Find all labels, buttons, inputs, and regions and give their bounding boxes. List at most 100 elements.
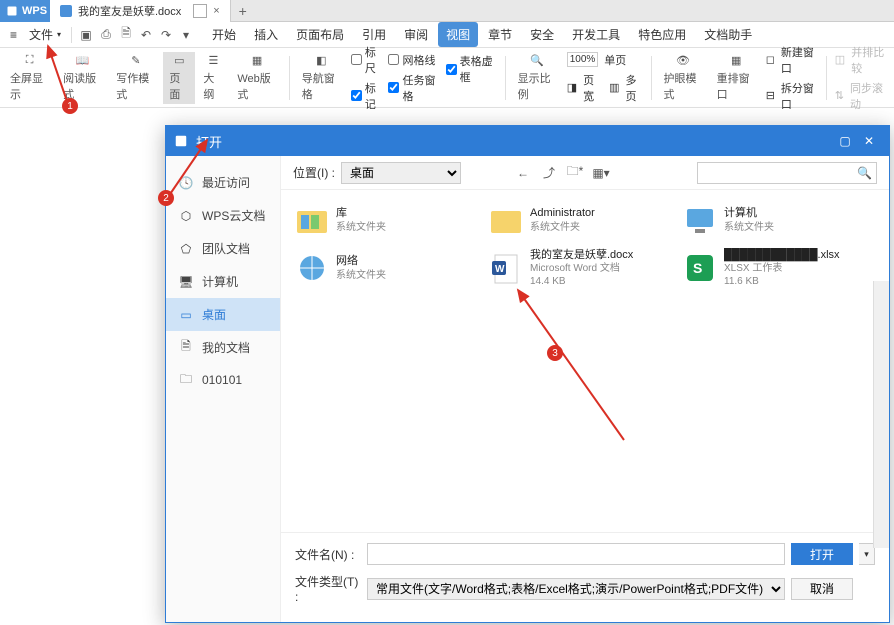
sidebar-cloud[interactable]: ⬡WPS云文档 <box>166 199 280 232</box>
undo-icon[interactable]: ↶ <box>137 26 155 44</box>
window-icon: ▦ <box>726 54 746 68</box>
wps-logo: WPS <box>0 0 50 22</box>
dialog-title: 打开 <box>196 132 222 151</box>
sidebar-folder[interactable]: 🗀010101 <box>166 364 280 396</box>
dropdown-icon[interactable]: ▾ <box>177 26 195 44</box>
xlsx-icon: S <box>682 250 718 286</box>
preview-icon[interactable]: 🗎 <box>117 26 135 44</box>
filename-label: 文件名(N) : <box>295 546 361 563</box>
computer-icon <box>682 202 718 238</box>
redo-icon[interactable]: ↷ <box>157 26 175 44</box>
titlebar: WPS 我的室友是妖孽.docx × + <box>0 0 894 22</box>
navpane-button[interactable]: ◧导航窗格 <box>296 52 347 104</box>
back-icon[interactable]: ← <box>513 163 533 183</box>
sidebar-team[interactable]: ⬠团队文档 <box>166 232 280 265</box>
readmode-button[interactable]: 📖阅读版式 <box>57 52 108 104</box>
cancel-button[interactable]: 取消 <box>791 578 853 600</box>
navpane-icon: ◧ <box>311 54 331 68</box>
close-button[interactable]: ✕ <box>857 129 881 153</box>
print-icon[interactable]: ⎙ <box>97 26 115 44</box>
pct-button[interactable]: 100%单页 <box>565 51 645 69</box>
web-button[interactable]: ▦Web版式 <box>231 52 283 104</box>
open-button[interactable]: 打开 <box>791 543 853 565</box>
page-icon: ▭ <box>169 54 189 68</box>
sidebar-recent[interactable]: 🕓最近访问 <box>166 166 280 199</box>
page-button[interactable]: ▭页面 <box>163 52 195 104</box>
word-icon: W <box>488 250 524 286</box>
view-icon[interactable]: ▦▾ <box>591 163 611 183</box>
maximize-button[interactable]: ▢ <box>833 129 857 153</box>
outline-icon: ☰ <box>203 54 223 68</box>
file-item[interactable]: 网络系统文件夹 <box>289 246 479 290</box>
file-item[interactable]: S ████████████.xlsxXLSX 工作表11.6 KB <box>677 246 867 290</box>
ribbon-tabs: 开始 插入 页面布局 引用 审阅 视图 章节 安全 开发工具 特色应用 文档助手 <box>204 22 760 47</box>
outline-button[interactable]: ☰大纲 <box>197 52 229 104</box>
new-tab-button[interactable]: + <box>231 3 255 19</box>
open-dialog: 打开 ▢ ✕ 🕓最近访问 ⬡WPS云文档 ⬠团队文档 🖥计算机 ▭桌面 🗎我的文… <box>165 125 890 623</box>
syncscroll-button: ⇅同步滚动 <box>833 79 890 113</box>
sidebar-computer[interactable]: 🖥计算机 <box>166 265 280 298</box>
newfolder-icon[interactable]: 🗀* <box>565 163 585 183</box>
menubar: ≡ 文件▾ ▣ ⎙ 🗎 ↶ ↷ ▾ 开始 插入 页面布局 引用 审阅 视图 章节… <box>0 22 894 48</box>
search-input[interactable]: 🔍 <box>697 162 877 184</box>
filetype-select[interactable]: 常用文件(文字/Word格式;表格/Excel格式;演示/PowerPoint格… <box>367 578 785 600</box>
scrollbar[interactable] <box>873 281 889 548</box>
tab-start[interactable]: 开始 <box>204 22 244 47</box>
annotation-2: 2 <box>158 190 174 206</box>
tab-feature[interactable]: 特色应用 <box>630 22 694 47</box>
userfolder-icon <box>488 202 524 238</box>
hamburger-menu[interactable]: ≡ <box>4 26 23 44</box>
sidebar-mydocs[interactable]: 🗎我的文档 <box>166 331 280 364</box>
restore-icon[interactable] <box>193 4 207 18</box>
file-item[interactable]: 库系统文件夹 <box>289 198 479 242</box>
pagewidth-button[interactable]: ◨页宽▥多页 <box>565 71 645 105</box>
zoom-button[interactable]: 🔍显示比例 <box>512 52 563 104</box>
grid-check[interactable]: 网格线 <box>386 51 441 69</box>
file-menu[interactable]: 文件▾ <box>23 24 67 45</box>
tab-helper[interactable]: 文档助手 <box>696 22 760 47</box>
svg-text:S: S <box>693 260 702 276</box>
ruler-check[interactable]: 标尺 <box>349 43 385 77</box>
annotation-1: 1 <box>62 98 78 114</box>
writemode-button[interactable]: ✎写作模式 <box>110 52 161 104</box>
dialog-sidebar: 🕓最近访问 ⬡WPS云文档 ⬠团队文档 🖥计算机 ▭桌面 🗎我的文档 🗀0101… <box>166 156 281 622</box>
taskpane-check[interactable]: 任务窗格 <box>386 71 441 105</box>
filetype-label: 文件类型(T) : <box>295 573 361 604</box>
tab-view[interactable]: 视图 <box>438 22 478 47</box>
tab-layout[interactable]: 页面布局 <box>288 22 352 47</box>
tab-review[interactable]: 审阅 <box>396 22 436 47</box>
up-icon[interactable]: ⤴ <box>539 163 559 183</box>
pencil-icon: ✎ <box>126 54 146 68</box>
team-icon: ⬠ <box>178 241 194 257</box>
resetwin-button[interactable]: ▦重排窗口 <box>711 52 762 104</box>
fullscreen-button[interactable]: ⛶全屏显示 <box>4 52 55 104</box>
folder-icon: 🗀 <box>178 372 194 388</box>
save-icon[interactable]: ▣ <box>77 26 95 44</box>
sidebar-desktop[interactable]: ▭桌面 <box>166 298 280 331</box>
doc-icon <box>60 5 72 17</box>
fullscreen-icon: ⛶ <box>20 54 40 68</box>
location-label: 位置(I) : <box>293 164 335 181</box>
annotation-3: 3 <box>547 345 563 361</box>
tab-chapter[interactable]: 章节 <box>480 22 520 47</box>
location-select[interactable]: 桌面 <box>341 162 461 184</box>
eyecare-button[interactable]: 👁护眼模式 <box>657 52 708 104</box>
tab-dev[interactable]: 开发工具 <box>564 22 628 47</box>
compare-button: ◫并排比较 <box>833 43 890 77</box>
clock-icon: 🕓 <box>178 175 194 191</box>
file-item[interactable]: W 我的室友是妖孽.docxMicrosoft Word 文档14.4 KB <box>483 246 673 290</box>
file-item[interactable]: 计算机系统文件夹 <box>677 198 867 242</box>
tab-security[interactable]: 安全 <box>522 22 562 47</box>
network-icon <box>294 250 330 286</box>
document-tab[interactable]: 我的室友是妖孽.docx × <box>50 0 231 22</box>
close-tab-icon[interactable]: × <box>213 5 219 17</box>
tablevirt-check[interactable]: 表格虚框 <box>444 52 499 86</box>
splitwin-button[interactable]: ⊟拆分窗口 <box>764 79 820 113</box>
file-item[interactable]: Administrator系统文件夹 <box>483 198 673 242</box>
dialog-titlebar: 打开 ▢ ✕ <box>166 126 889 156</box>
filename-input[interactable] <box>367 543 785 565</box>
tab-insert[interactable]: 插入 <box>246 22 286 47</box>
cloud-icon: ⬡ <box>178 208 194 224</box>
newwin-button[interactable]: ◻新建窗口 <box>764 43 820 77</box>
marker-check[interactable]: 标记 <box>349 79 385 113</box>
